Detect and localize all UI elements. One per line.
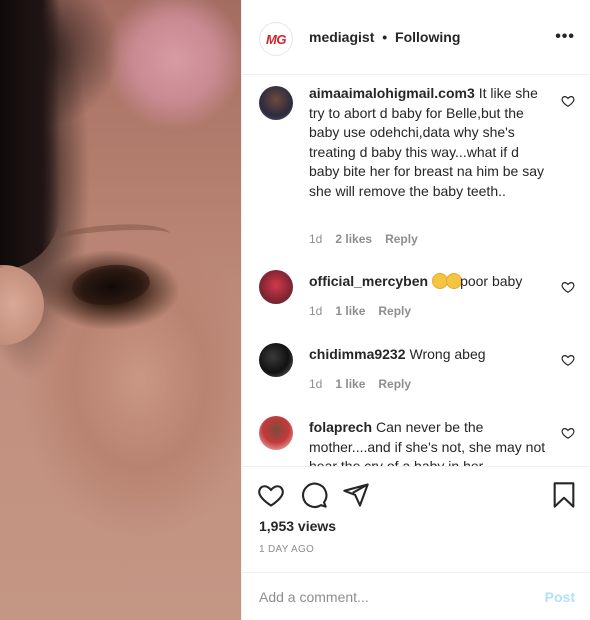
bookmark-icon[interactable] [550,481,578,509]
comment-time: 1d [309,377,323,391]
commenter-avatar[interactable] [259,343,293,377]
video-frame-brow [49,220,171,256]
comment-meta: 1d 1 like Reply [309,304,424,318]
comments-list[interactable]: aimaaimalohigmail.com3 It like she try to… [242,76,590,466]
header-separator: • [382,29,388,45]
comment-reply-button[interactable]: Reply [378,377,411,391]
comment-username[interactable]: aimaaimalohigmail.com3 [309,85,475,101]
commenter-avatar[interactable] [259,416,293,450]
comment-reply-button[interactable]: Reply [378,304,411,318]
like-comment-heart-icon[interactable] [561,353,575,367]
comment-body: folaprech Can never be the mother....and … [309,418,551,466]
like-comment-heart-icon[interactable] [561,94,575,108]
comment-username[interactable]: chidimma9232 [309,346,406,362]
share-icon[interactable] [342,481,370,509]
post-comment-button[interactable]: Post [545,589,575,605]
like-comment-heart-icon[interactable] [561,280,575,294]
comment-meta: 1d 1 like Reply [309,377,424,391]
post-sidebar: MG mediagist • Following ••• aimaaimaloh… [241,0,590,620]
like-comment-heart-icon[interactable] [561,426,575,440]
heart-icon[interactable] [257,481,285,509]
post-video[interactable] [0,0,241,620]
commenter-avatar[interactable] [259,86,293,120]
comment-text: poor baby [460,273,523,289]
header-account-line: mediagist • Following [309,29,460,45]
more-options-icon[interactable]: ••• [555,28,575,46]
video-frame-hair [0,0,60,270]
comment-body: official_mercyben poor baby [309,272,551,292]
comment-text: Wrong abeg [409,346,486,362]
video-frame-nose [0,265,44,345]
post-actions: 1,953 views 1 DAY AGO [242,466,590,556]
comment-text: It like she try to abort d baby for Bell… [309,85,545,199]
comment-time: 1d [309,304,323,318]
video-frame-eye [70,261,152,309]
post-timestamp: 1 DAY AGO [259,544,315,555]
follow-status-button[interactable]: Following [395,29,460,45]
comment-username[interactable]: official_mercyben [309,273,428,289]
comment-reply-button[interactable]: Reply [385,232,418,246]
comment-username[interactable]: folaprech [309,419,372,435]
post-header: MG mediagist • Following ••• [242,0,590,75]
comment-likes[interactable]: 2 likes [335,232,372,246]
add-comment-input[interactable] [259,585,519,609]
comment-body: chidimma9232 Wrong abeg [309,345,551,365]
view-count[interactable]: 1,953 views [259,518,336,534]
account-username[interactable]: mediagist [309,29,374,45]
account-logo-text: MG [266,31,286,47]
comment-likes[interactable]: 1 like [335,377,365,391]
add-comment-bar: Post [242,572,590,620]
comment-meta: 1d 2 likes Reply [309,232,431,246]
commenter-avatar[interactable] [259,270,293,304]
comment-body: aimaaimalohigmail.com3 It like she try to… [309,84,551,201]
comment-time: 1d [309,232,323,246]
comment-likes[interactable]: 1 like [335,304,365,318]
account-avatar[interactable]: MG [259,22,293,56]
comment-icon[interactable] [300,481,328,509]
